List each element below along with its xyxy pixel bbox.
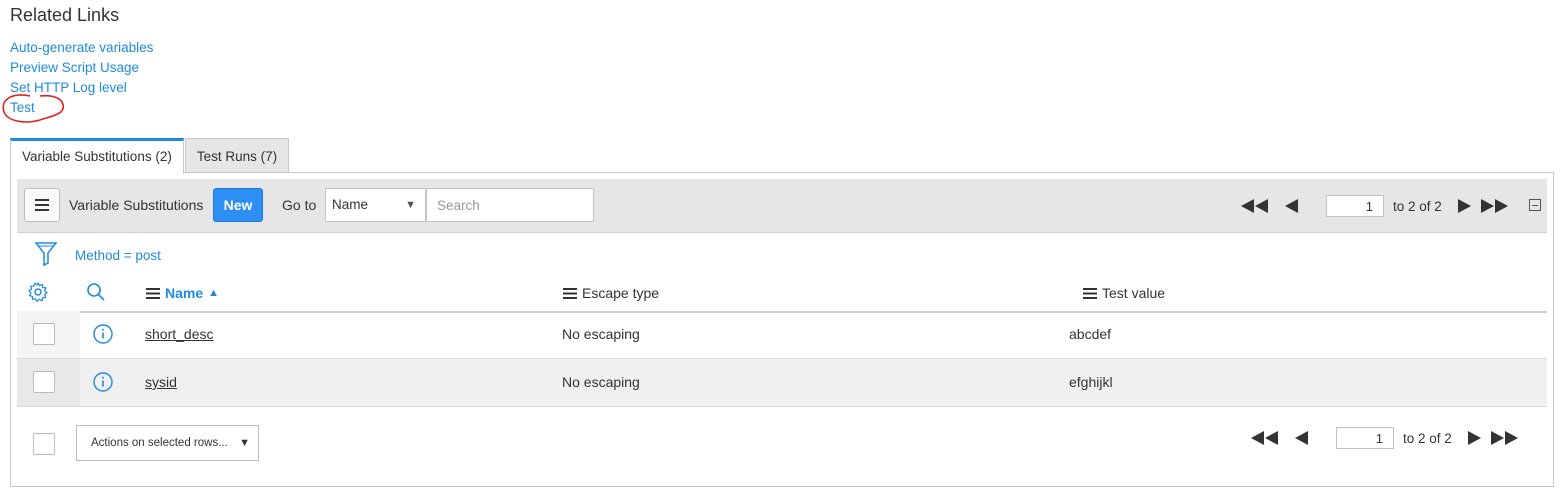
first-page-icon[interactable]: [1251, 431, 1279, 445]
dropdown-caret-icon: ▼: [239, 437, 250, 449]
row-checkbox-cell: [17, 359, 80, 406]
row-escape-type: No escaping: [562, 374, 640, 390]
top-pagination: to 2 of 2: [1241, 195, 1509, 217]
column-header-name-label: Name: [165, 285, 204, 301]
column-header-escape-type[interactable]: Escape type: [563, 285, 659, 301]
goto-field-select[interactable]: Name ▼: [325, 188, 426, 222]
first-page-icon[interactable]: [1241, 199, 1269, 213]
list-menu-button[interactable]: [24, 188, 60, 222]
dropdown-caret-icon: ▼: [405, 199, 416, 211]
row-name-link[interactable]: short_desc: [145, 326, 213, 342]
search-input[interactable]: [426, 188, 594, 222]
info-icon[interactable]: [93, 324, 113, 347]
column-menu-icon[interactable]: [1083, 287, 1097, 299]
table-row: sysid No escaping efghijkl: [17, 359, 1547, 407]
previous-page-icon[interactable]: [1295, 431, 1308, 445]
row-test-value: abcdef: [1069, 326, 1112, 342]
row-test-value: efghijkl: [1069, 374, 1113, 390]
gear-icon[interactable]: [28, 281, 48, 305]
tab-variable-substitutions[interactable]: Variable Substitutions (2): [10, 138, 184, 174]
red-circle-annotation: [2, 94, 65, 123]
row-checkbox-cell: [17, 311, 80, 358]
last-page-icon[interactable]: [1490, 431, 1519, 445]
filter-icon[interactable]: [34, 241, 58, 267]
row-checkbox[interactable]: [33, 323, 55, 345]
column-headers: Name ▲ Escape type Test value: [17, 277, 1547, 313]
preview-script-usage-link[interactable]: Preview Script Usage: [10, 58, 153, 78]
list-header: Variable Substitutions New Go to Name ▼ …: [17, 179, 1547, 233]
page-range-text: to 2 of 2: [1393, 198, 1442, 214]
page-range-text: to 2 of 2: [1403, 430, 1452, 446]
list-title: Variable Substitutions: [69, 197, 204, 213]
tab-test-runs[interactable]: Test Runs (7): [184, 138, 290, 172]
goto-label: Go to: [282, 197, 317, 213]
variable-substitutions-panel: Variable Substitutions New Go to Name ▼ …: [10, 172, 1554, 487]
row-checkbox[interactable]: [33, 371, 55, 393]
last-page-icon[interactable]: [1480, 199, 1509, 213]
table-row: short_desc No escaping abcdef: [17, 311, 1547, 359]
page-number-input[interactable]: [1326, 195, 1384, 217]
page-number-input[interactable]: [1336, 427, 1394, 449]
hamburger-icon: [35, 199, 49, 211]
sort-ascending-icon: ▲: [208, 287, 220, 299]
column-header-name[interactable]: Name ▲: [146, 285, 219, 301]
actions-select-label: Actions on selected rows...: [91, 437, 228, 449]
row-name-link[interactable]: sysid: [145, 374, 177, 390]
actions-on-selected-rows-select[interactable]: Actions on selected rows... ▼: [76, 425, 259, 461]
related-list-tabs: Variable Substitutions (2) Test Runs (7): [10, 138, 290, 174]
column-header-test-value[interactable]: Test value: [1083, 285, 1165, 301]
next-page-icon[interactable]: [1467, 431, 1481, 445]
column-menu-icon[interactable]: [563, 287, 577, 299]
auto-generate-variables-link[interactable]: Auto-generate variables: [10, 38, 153, 58]
next-page-icon[interactable]: [1457, 199, 1471, 213]
search-icon[interactable]: [86, 282, 106, 305]
collapse-list-button[interactable]: [1529, 199, 1541, 211]
info-icon[interactable]: [93, 372, 113, 395]
filter-breadcrumb[interactable]: Method = post: [75, 248, 161, 263]
bottom-pagination: to 2 of 2: [1251, 427, 1519, 449]
column-header-test-value-label: Test value: [1102, 285, 1166, 301]
row-escape-type: No escaping: [562, 326, 640, 342]
goto-field-value: Name: [332, 197, 369, 212]
column-menu-icon[interactable]: [146, 287, 160, 299]
previous-page-icon[interactable]: [1285, 199, 1298, 213]
new-button[interactable]: New: [213, 188, 263, 222]
related-links-title: Related Links: [10, 5, 120, 25]
select-all-checkbox[interactable]: [33, 433, 55, 455]
column-header-escape-type-label: Escape type: [582, 285, 660, 301]
